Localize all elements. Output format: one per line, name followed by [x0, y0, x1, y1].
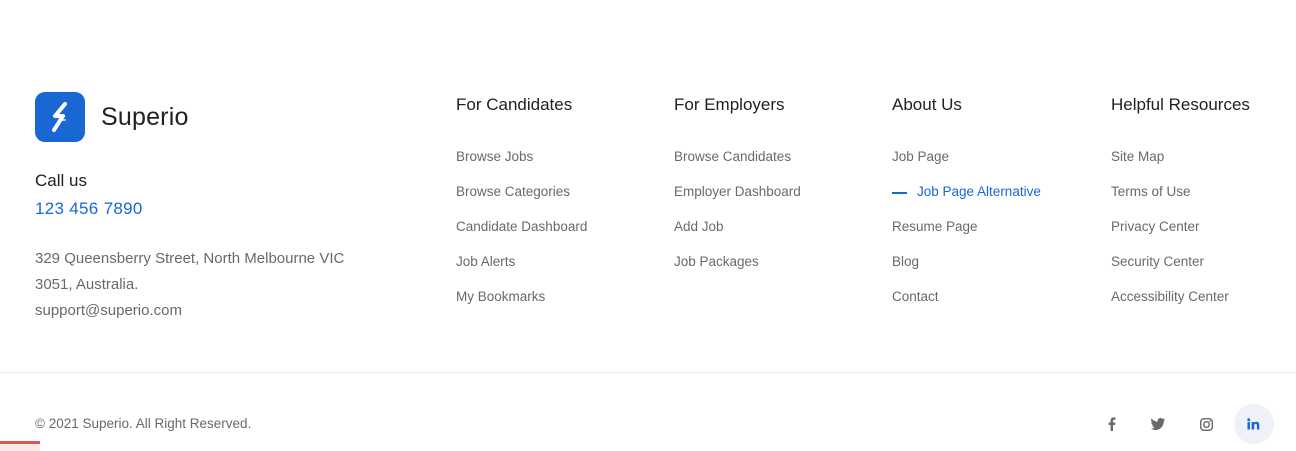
footer-link-my-bookmarks[interactable]: My Bookmarks [456, 289, 587, 324]
footer-divider [0, 372, 1296, 373]
phone-link[interactable]: 123 456 7890 [35, 199, 143, 219]
footer-link-accessibility-center[interactable]: Accessibility Center [1111, 289, 1250, 324]
link-list: Browse Jobs Browse Categories Candidate … [456, 149, 587, 324]
column-title: About Us [892, 95, 962, 114]
footer-link-job-packages[interactable]: Job Packages [674, 254, 801, 289]
address-text: 329 Queensberry Street, North Melbourne … [35, 250, 345, 293]
footer-link-browse-candidates[interactable]: Browse Candidates [674, 149, 801, 184]
instagram-icon[interactable] [1190, 408, 1222, 440]
link-list: Browse Candidates Employer Dashboard Add… [674, 149, 801, 289]
footer-column-employers: For Employers Browse Candidates Employer… [674, 95, 801, 289]
corner-indicator [0, 441, 40, 451]
footer-link-contact[interactable]: Contact [892, 289, 1041, 324]
footer-link-resume-page[interactable]: Resume Page [892, 219, 1041, 254]
call-us-label: Call us [35, 171, 87, 190]
link-list: Job Page Job Page Alternative Resume Pag… [892, 149, 1041, 324]
footer-link-job-page[interactable]: Job Page [892, 149, 1041, 184]
footer-link-add-job[interactable]: Add Job [674, 219, 801, 254]
facebook-icon[interactable] [1096, 408, 1128, 440]
footer-link-privacy-center[interactable]: Privacy Center [1111, 219, 1250, 254]
column-title: For Candidates [456, 95, 573, 114]
footer-link-browse-categories[interactable]: Browse Categories [456, 184, 587, 219]
footer-link-job-page-alternative[interactable]: Job Page Alternative [892, 184, 1041, 219]
footer-link-site-map[interactable]: Site Map [1111, 149, 1250, 184]
footer-main: Superio Call us 123 456 7890 329 Queensb… [0, 0, 1296, 372]
footer-column-candidates: For Candidates Browse Jobs Browse Catego… [456, 95, 587, 324]
column-title: For Employers [674, 95, 785, 114]
column-title: Helpful Resources [1111, 95, 1250, 114]
link-list: Site Map Terms of Use Privacy Center Sec… [1111, 149, 1250, 324]
footer-link-blog[interactable]: Blog [892, 254, 1041, 289]
email-link[interactable]: support@superio.com [35, 298, 182, 324]
footer-link-candidate-dashboard[interactable]: Candidate Dashboard [456, 219, 587, 254]
footer-link-browse-jobs[interactable]: Browse Jobs [456, 149, 587, 184]
footer-column-about: About Us Job Page Job Page Alternative R… [892, 95, 1041, 324]
copyright-text: © 2021 Superio. All Right Reserved. [35, 416, 252, 431]
superio-logo-icon [35, 92, 85, 142]
brand-name: Superio [101, 102, 189, 131]
linkedin-icon[interactable] [1234, 404, 1274, 444]
footer-link-security-center[interactable]: Security Center [1111, 254, 1250, 289]
footer-link-employer-dashboard[interactable]: Employer Dashboard [674, 184, 801, 219]
footer-column-resources: Helpful Resources Site Map Terms of Use … [1111, 95, 1250, 324]
footer-link-terms-of-use[interactable]: Terms of Use [1111, 184, 1250, 219]
brand[interactable]: Superio [35, 92, 189, 142]
footer-link-job-alerts[interactable]: Job Alerts [456, 254, 587, 289]
twitter-icon[interactable] [1142, 408, 1174, 440]
active-dash-indicator [892, 192, 907, 194]
footer-link-label: Job Page Alternative [917, 184, 1041, 199]
